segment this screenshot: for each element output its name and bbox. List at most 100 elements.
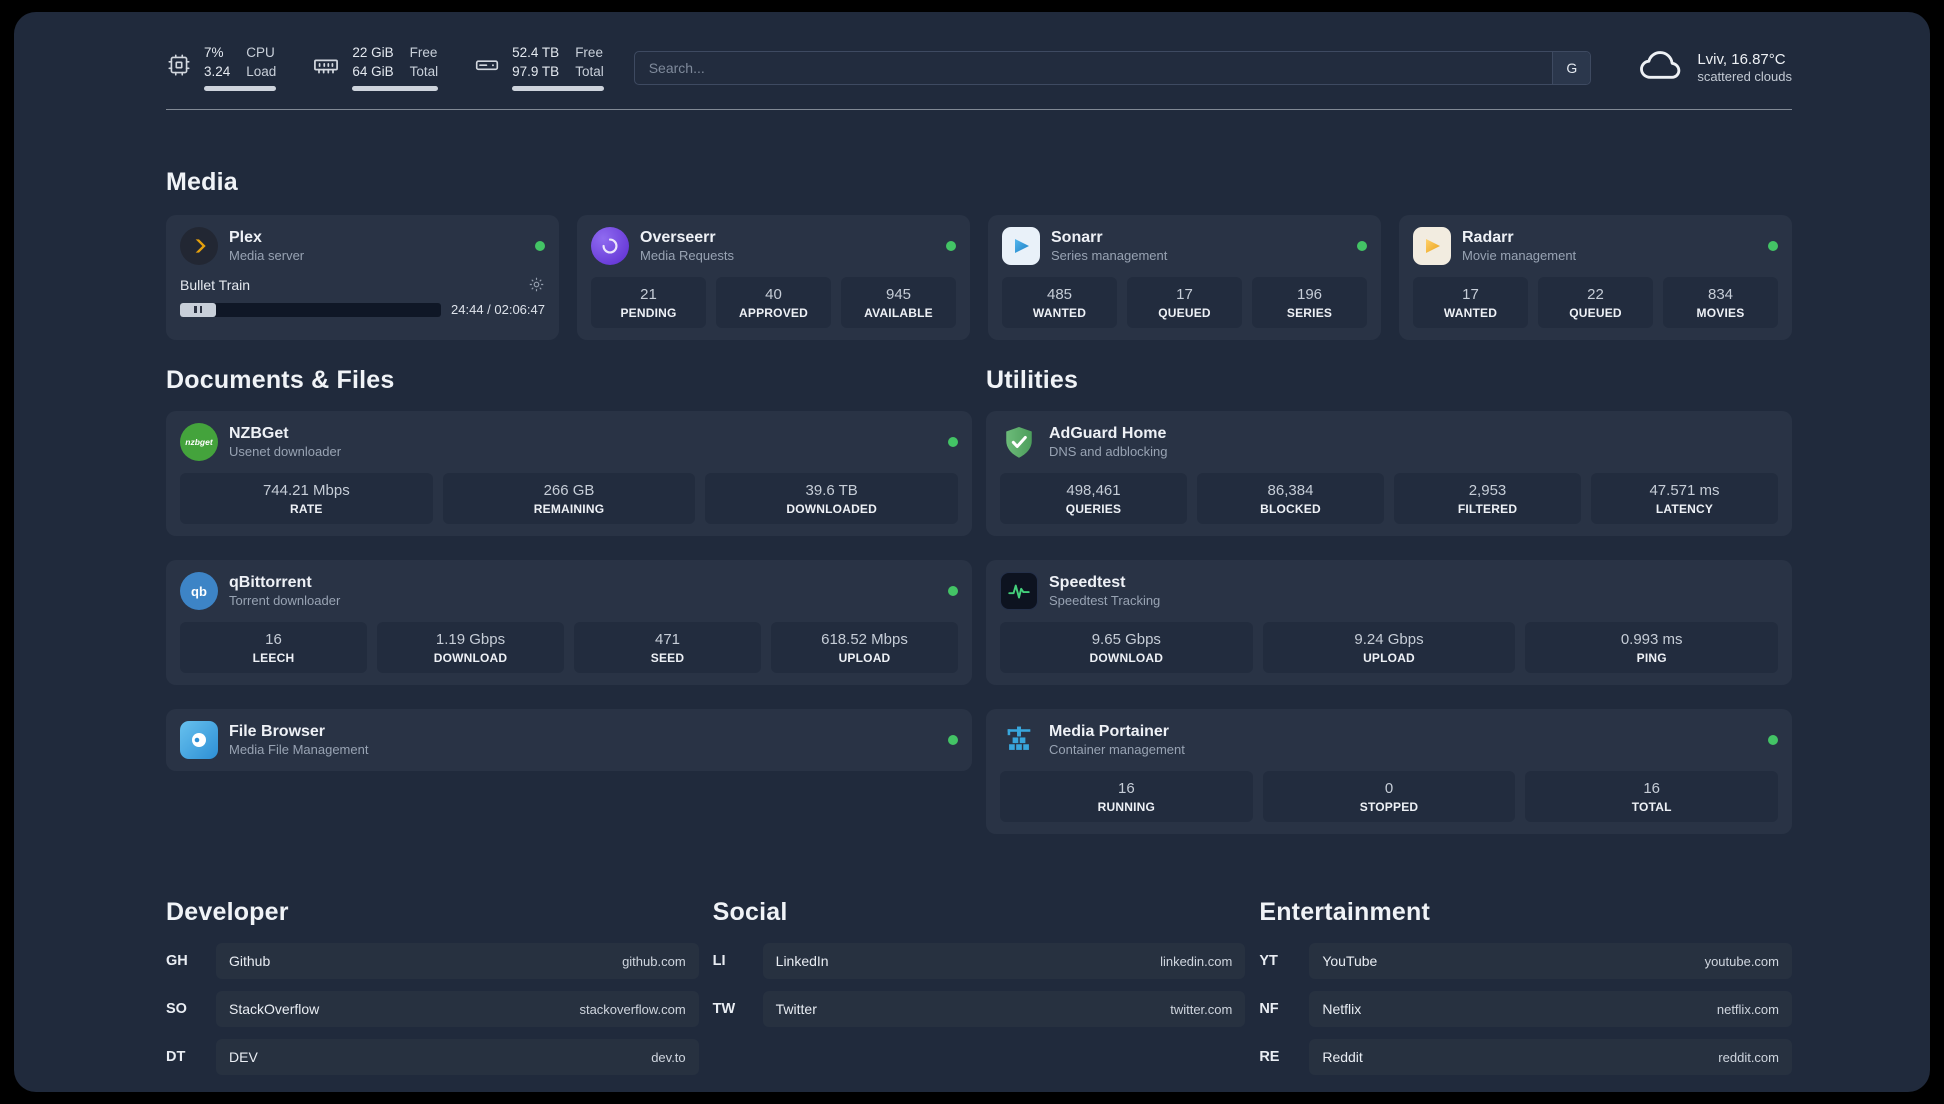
adguard-icon (1000, 423, 1038, 461)
app-overseerr[interactable]: Overseerr Media Requests (591, 227, 734, 266)
app-title: File Browser (229, 722, 326, 740)
app-adguard[interactable]: AdGuard Home DNS and adblocking (1000, 423, 1168, 461)
stat-value: 1.19 Gbps (435, 631, 506, 649)
app-sonarr[interactable]: Sonarr Series management (1002, 227, 1167, 266)
link-github[interactable]: Github github.com (216, 943, 699, 980)
cpu-icon (166, 52, 192, 83)
app-subtitle: DNS and adblocking (1049, 444, 1168, 460)
qbittorrent-icon: qb (180, 572, 218, 611)
section-developer: Developer GH Github github.com SO StackO… (166, 898, 699, 1076)
link-linkedin[interactable]: LinkedIn linkedin.com (762, 943, 1246, 980)
stat-value: 47.571 ms (1649, 482, 1720, 500)
stat-tile: 834 MOVIES (1663, 277, 1778, 329)
link-row-stackoverflow: SO StackOverflow stackoverflow.com (166, 991, 699, 1028)
ram-free-label: Free (409, 45, 438, 60)
link-row-netflix: NF Netflix netflix.com (1259, 991, 1792, 1028)
search-input[interactable] (634, 51, 1553, 84)
app-title: Sonarr (1051, 228, 1103, 246)
stat-label: REMAINING (533, 502, 605, 517)
ram-icon (312, 51, 340, 84)
stat-label: SEED (650, 651, 685, 666)
link-reddit[interactable]: Reddit reddit.com (1309, 1039, 1792, 1076)
stat-tile: 196 SERIES (1252, 277, 1367, 329)
gear-icon[interactable] (528, 276, 545, 293)
app-subtitle: Container management (1049, 742, 1185, 758)
link-name: YouTube (1322, 953, 1378, 970)
stat-tile: 0.993 ms PING (1525, 622, 1779, 674)
link-youtube[interactable]: YouTube youtube.com (1309, 943, 1792, 980)
app-nzbget[interactable]: nzbget NZBGet Usenet downloader (180, 423, 341, 462)
app-subtitle: Media Requests (640, 248, 734, 264)
link-url: youtube.com (1704, 953, 1779, 969)
link-dev[interactable]: DEV dev.to (216, 1039, 699, 1076)
disk-free-label: Free (575, 45, 603, 60)
cpu-percent: 7% (204, 45, 224, 60)
app-speedtest[interactable]: Speedtest Speedtest Tracking (1000, 572, 1161, 611)
link-row-youtube: YT YouTube youtube.com (1259, 943, 1792, 980)
section-heading-developer: Developer (166, 898, 289, 927)
link-abbr: YT (1259, 953, 1278, 970)
cpu-usage-bar (204, 86, 277, 92)
app-subtitle: Speedtest Tracking (1049, 593, 1161, 609)
app-title: NZBGet (229, 424, 289, 442)
qbittorrent-icon-text: qb (191, 583, 207, 599)
link-url: netflix.com (1716, 1001, 1779, 1017)
link-netflix[interactable]: Netflix netflix.com (1309, 991, 1792, 1028)
now-playing-title: Bullet Train (180, 276, 251, 293)
stat-label: DOWNLOAD (433, 651, 508, 666)
pause-button[interactable] (180, 302, 216, 317)
stat-label: TOTAL (1631, 800, 1672, 815)
link-url: linkedin.com (1160, 953, 1233, 969)
stat-value: 40 (765, 286, 782, 304)
stat-value: 485 (1046, 286, 1073, 304)
link-twitter[interactable]: Twitter twitter.com (762, 991, 1246, 1028)
stat-tile: 22 QUEUED (1538, 277, 1653, 329)
link-abbr: TW (712, 1001, 736, 1018)
stat-tile: 40 APPROVED (716, 277, 831, 329)
playback-progress-bar[interactable] (180, 302, 442, 317)
portainer-icon (1000, 721, 1038, 759)
status-dot (948, 437, 958, 448)
app-title: Plex (229, 228, 262, 246)
link-name: Twitter (775, 1001, 817, 1018)
app-radarr[interactable]: Radarr Movie management (1413, 227, 1576, 266)
stat-label: UPLOAD (1363, 651, 1415, 666)
link-row-reddit: RE Reddit reddit.com (1259, 1039, 1792, 1076)
app-title: Media Portainer (1049, 722, 1170, 740)
stat-tile: 9.65 Gbps DOWNLOAD (1000, 622, 1253, 674)
app-plex[interactable]: Plex Media server (180, 227, 304, 266)
dashboard: 7% 3.24 CPU Load 22 GiB 64 GiB Free Tota… (14, 12, 1930, 1092)
stat-value: 266 GB (543, 482, 595, 500)
app-portainer[interactable]: Media Portainer Container management (1000, 721, 1185, 759)
stat-tile: 47.571 ms LATENCY (1591, 473, 1778, 525)
speedtest-icon (1000, 572, 1038, 611)
stat-label: WANTED (1443, 306, 1498, 321)
stat-label: PENDING (620, 306, 677, 321)
stat-label: PING (1636, 651, 1667, 666)
stat-label: APPROVED (739, 306, 808, 321)
link-name: StackOverflow (229, 1001, 320, 1018)
stat-value: 16 (265, 631, 282, 649)
stat-value: 834 (1707, 286, 1734, 304)
stat-tile: 17 WANTED (1413, 277, 1528, 329)
stat-tile: 9.24 Gbps UPLOAD (1262, 622, 1516, 674)
link-abbr: GH (166, 953, 188, 970)
link-stackoverflow[interactable]: StackOverflow stackoverflow.com (216, 991, 699, 1028)
section-utilities: Utilities AdGuard Home DNS and adblockin… (986, 366, 1792, 835)
stat-label: DOWNLOAD (1089, 651, 1164, 666)
app-card-nzbget: nzbget NZBGet Usenet downloader 744.21 M… (166, 411, 972, 537)
section-heading-documents: Documents & Files (166, 366, 395, 395)
app-filebrowser[interactable]: File Browser Media File Management (180, 721, 368, 760)
stat-value: 618.52 Mbps (821, 631, 908, 649)
status-dot (948, 735, 958, 746)
search-engine-button[interactable]: G (1552, 51, 1591, 84)
disk-widget: 52.4 TB 97.9 TB Free Total (474, 44, 604, 92)
app-qbittorrent[interactable]: qb qBittorrent Torrent downloader (180, 572, 340, 611)
status-dot (535, 241, 545, 252)
status-dot (946, 241, 956, 252)
section-heading-social: Social (712, 898, 788, 927)
stat-label: STOPPED (1359, 800, 1419, 815)
stat-value: 17 (1462, 286, 1479, 304)
section-media: Media Plex Media server Bullet Train 24:… (166, 168, 1792, 341)
weather-condition: scattered clouds (1697, 69, 1792, 85)
